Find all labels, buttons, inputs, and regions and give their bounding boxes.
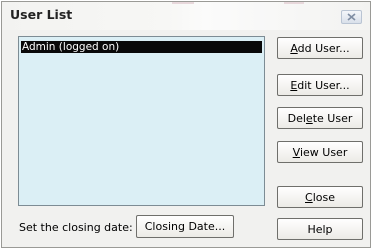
close-text: lose bbox=[312, 190, 335, 204]
add-user-text: dd User... bbox=[297, 41, 350, 55]
view-user-mnemonic: V bbox=[292, 145, 300, 159]
close-label: Close bbox=[305, 191, 335, 204]
add-user-mnemonic: A bbox=[290, 41, 298, 55]
edit-user-label: Edit User... bbox=[290, 79, 349, 92]
title-bar: User List bbox=[2, 2, 370, 30]
close-button[interactable]: Close bbox=[277, 186, 363, 208]
delete-user-button[interactable]: Delete User bbox=[277, 107, 363, 129]
close-mnemonic: C bbox=[305, 190, 313, 204]
closing-date-button[interactable]: Closing Date... bbox=[136, 215, 234, 238]
help-button[interactable]: Help bbox=[277, 218, 363, 240]
window-title: User List bbox=[10, 7, 73, 22]
close-window-button[interactable] bbox=[341, 10, 362, 24]
user-list-dialog: User List Admin (logged on) Add User... … bbox=[1, 1, 371, 248]
edit-user-button[interactable]: Edit User... bbox=[277, 74, 363, 96]
title-bar-accent bbox=[172, 2, 194, 4]
closing-date-label: Set the closing date: bbox=[19, 221, 133, 234]
add-user-label: Add User... bbox=[290, 42, 349, 55]
user-list[interactable]: Admin (logged on) bbox=[18, 36, 265, 206]
delete-user-mnemonic: e bbox=[305, 111, 313, 125]
view-user-button[interactable]: View User bbox=[277, 141, 363, 163]
add-user-button[interactable]: Add User... bbox=[277, 37, 363, 59]
closing-date-button-label: Closing Date... bbox=[144, 220, 226, 233]
user-list-item-label: Admin (logged on) bbox=[22, 41, 120, 53]
delete-user-prefix: Del bbox=[287, 111, 306, 125]
view-user-text: iew User bbox=[299, 145, 348, 159]
delete-user-label: Delete User bbox=[288, 112, 353, 125]
edit-user-text: dit User... bbox=[297, 78, 350, 92]
delete-user-text: te User bbox=[312, 111, 353, 125]
view-user-label: View User bbox=[293, 146, 348, 159]
close-icon bbox=[347, 13, 356, 21]
help-label: Help bbox=[307, 222, 333, 236]
user-list-item-admin[interactable]: Admin (logged on) bbox=[21, 41, 262, 53]
title-bar-accent bbox=[284, 2, 304, 4]
